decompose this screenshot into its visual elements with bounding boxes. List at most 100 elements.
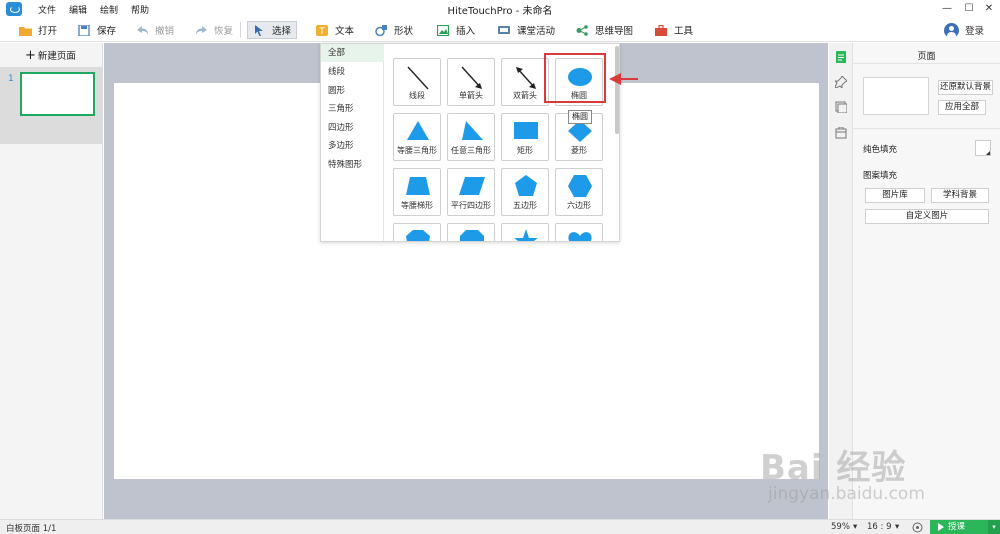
activity-label: 课堂活动 <box>517 26 556 37</box>
fill-color-picker[interactable] <box>975 140 991 156</box>
mindmap-button[interactable]: 思维导图 <box>573 21 636 39</box>
shape-heptagon[interactable] <box>393 223 441 241</box>
zoom-level[interactable]: 59% <box>831 522 850 532</box>
activity-button[interactable]: 课堂活动 <box>495 21 558 39</box>
svg-text:T: T <box>318 27 325 36</box>
teach-label: 授课 <box>948 522 966 532</box>
watermark-url: jingyan.baidu.com <box>768 484 925 504</box>
shape-isosceles-triangle[interactable]: 等腰三角形 <box>393 113 441 161</box>
cursor-icon <box>253 24 266 36</box>
shape-free-triangle[interactable]: 任意三角形 <box>447 113 495 161</box>
login-button[interactable]: 登录 <box>943 21 984 39</box>
menu-draw[interactable]: 绘制 <box>100 3 118 16</box>
shape-double-arrow[interactable]: 双箭头 <box>501 58 549 106</box>
pattern-fill-label: 图案填充 <box>863 171 898 181</box>
shape-button[interactable]: 形状 <box>372 21 416 39</box>
octagon-icon <box>460 230 484 241</box>
redo-button[interactable]: 恢复 <box>192 21 236 39</box>
insert-button[interactable]: 插入 <box>434 21 478 39</box>
toolbox-icon <box>655 24 668 36</box>
undo-button[interactable]: 撤销 <box>133 21 177 39</box>
zoom-dropdown-icon[interactable]: ▾ <box>853 522 857 532</box>
solid-fill-label: 纯色填充 <box>863 145 898 155</box>
ellipse-highlight-box <box>544 53 606 103</box>
menu-help[interactable]: 帮助 <box>131 3 149 16</box>
text-button[interactable]: T 文本 <box>313 21 357 39</box>
menu-edit[interactable]: 编辑 <box>69 3 87 16</box>
shape-label: 形状 <box>394 26 414 37</box>
panel-divider <box>853 63 1000 64</box>
category-circle[interactable]: 圆形 <box>321 82 384 100</box>
shape-parallelogram-label: 平行四边形 <box>451 201 491 210</box>
undo-icon <box>136 25 149 36</box>
shape-octagon[interactable] <box>447 223 495 241</box>
shape-star[interactable] <box>501 223 549 241</box>
page-tab-icon[interactable] <box>835 51 847 63</box>
minimize-icon[interactable]: — <box>938 1 956 17</box>
shape-parallelogram[interactable]: 平行四边形 <box>447 168 495 216</box>
redo-icon <box>195 25 208 36</box>
menu-file[interactable]: 文件 <box>38 3 56 16</box>
save-label: 保存 <box>97 26 117 37</box>
apply-all-button[interactable]: 应用全部 <box>938 100 986 115</box>
shape-heart[interactable] <box>555 223 603 241</box>
category-triangle[interactable]: 三角形 <box>321 100 384 118</box>
folder-icon <box>19 25 32 36</box>
teach-dropdown-icon[interactable]: ▾ <box>988 520 1000 534</box>
toolbar-divider <box>240 22 241 38</box>
page-thumbnail[interactable] <box>20 72 95 116</box>
shape-hexagon-label: 六边形 <box>567 201 591 210</box>
plus-icon: + <box>25 48 36 63</box>
save-button[interactable]: 保存 <box>75 21 119 39</box>
start-teaching-button[interactable]: 授课 <box>930 520 988 534</box>
select-label: 选择 <box>272 26 292 37</box>
fullscreen-icon[interactable] <box>912 522 923 533</box>
close-icon[interactable]: ✕ <box>980 1 998 17</box>
layer-tab-icon[interactable] <box>835 101 847 113</box>
shape-icon <box>375 24 388 36</box>
shape-double-arrow-label: 双箭头 <box>513 91 537 100</box>
custom-image-button[interactable]: 自定义图片 <box>865 209 989 224</box>
pin-tab-icon[interactable] <box>835 76 847 88</box>
maximize-icon[interactable]: ☐ <box>960 1 978 17</box>
ellipse-tooltip: 椭圆 <box>568 110 592 124</box>
redo-label: 恢复 <box>214 26 234 37</box>
new-page-button[interactable]: + 新建页面 <box>25 48 76 63</box>
image-gallery-button[interactable]: 图片库 <box>865 188 925 203</box>
page-thumbnail-row[interactable]: 1 <box>0 67 103 144</box>
open-button[interactable]: 打开 <box>16 21 60 39</box>
text-icon: T <box>316 24 329 37</box>
shape-rectangle[interactable]: 矩形 <box>501 113 549 161</box>
select-button[interactable]: 选择 <box>247 21 298 39</box>
shape-isosceles-trapezoid[interactable]: 等腰梯形 <box>393 168 441 216</box>
shape-single-arrow[interactable]: 单箭头 <box>447 58 495 106</box>
aspect-ratio[interactable]: 16 : 9 <box>867 522 892 532</box>
heart-icon <box>568 232 592 241</box>
popup-scrollbar[interactable] <box>615 46 619 134</box>
ratio-dropdown-icon[interactable]: ▾ <box>895 522 899 532</box>
star-icon <box>514 229 538 241</box>
category-all[interactable]: 全部 <box>321 44 384 62</box>
open-label: 打开 <box>38 26 58 37</box>
text-label: 文本 <box>335 26 355 37</box>
category-line[interactable]: 线段 <box>321 63 384 81</box>
category-quadrilateral[interactable]: 四边形 <box>321 119 384 137</box>
shape-hexagon[interactable]: 六边形 <box>555 168 603 216</box>
new-page-label: 新建页面 <box>37 51 76 62</box>
panel-title: 页面 <box>917 52 936 62</box>
restore-background-button[interactable]: 还原默认背景 <box>938 80 993 95</box>
category-special[interactable]: 特殊图形 <box>321 156 384 174</box>
red-arrow-icon <box>609 73 638 85</box>
app-logo-icon <box>6 2 22 16</box>
shape-pentagon[interactable]: 五边形 <box>501 168 549 216</box>
category-polygon[interactable]: 多边形 <box>321 137 384 155</box>
shape-line[interactable]: 线段 <box>393 58 441 106</box>
panel-divider <box>853 128 1000 129</box>
page-number: 1 <box>8 74 14 84</box>
window-title: HiteTouchPro - 未命名 <box>447 6 553 17</box>
subject-background-button[interactable]: 学科背景 <box>931 188 989 203</box>
tools-button[interactable]: 工具 <box>652 21 696 39</box>
pages-panel: + 新建页面 1 <box>0 43 103 519</box>
mindmap-label: 思维导图 <box>595 26 634 37</box>
resource-tab-icon[interactable] <box>835 127 847 139</box>
